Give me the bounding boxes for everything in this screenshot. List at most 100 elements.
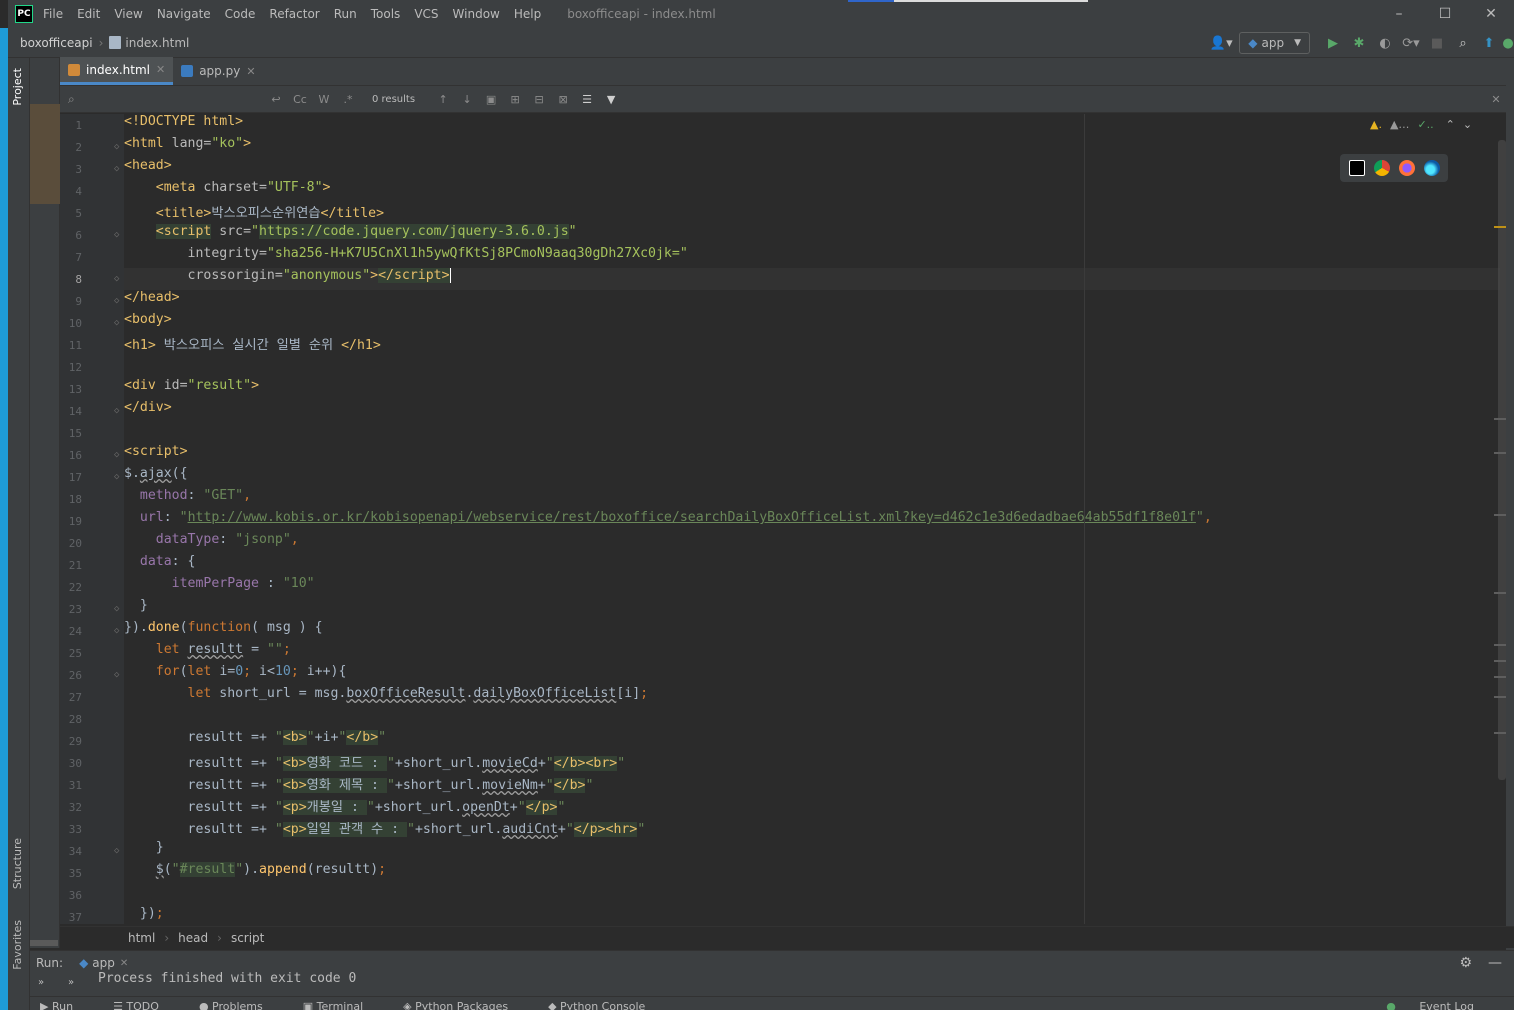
minimize-icon[interactable]: — — [1488, 955, 1502, 971]
line-number[interactable]: 15 — [60, 427, 82, 440]
profile-icon[interactable]: ⟳▾ — [1398, 30, 1424, 56]
tool-python-console[interactable]: ◆ Python Console — [548, 997, 665, 1010]
line-number[interactable]: 11 — [60, 339, 82, 352]
api-url[interactable]: http://www.kobis.or.kr/kobisopenapi/webs… — [188, 510, 1196, 525]
favorites-tool-tab[interactable]: Favorites — [11, 920, 24, 970]
tool-run[interactable]: ▶ Run — [40, 997, 93, 1010]
fold-marker-icon[interactable]: ◇ — [114, 318, 119, 328]
close-find-icon[interactable]: ✕ — [1484, 89, 1508, 109]
line-number[interactable]: 4 — [60, 185, 82, 198]
line-number[interactable]: 27 — [60, 691, 82, 704]
line-number[interactable]: 17 — [60, 471, 82, 484]
horizontal-scrollbar[interactable] — [30, 940, 58, 946]
fold-marker-icon[interactable]: ◇ — [114, 406, 119, 416]
plugin-icon[interactable]: ● — [1502, 30, 1514, 56]
line-number[interactable]: 34 — [60, 845, 82, 858]
fold-marker-icon[interactable]: ◇ — [114, 846, 119, 856]
expand-icon[interactable]: » — [38, 977, 44, 988]
run-tab-app[interactable]: ◆ app ✕ — [79, 956, 128, 970]
debug-icon[interactable]: ✱ — [1346, 30, 1372, 56]
select-all-icon[interactable]: ⊠ — [551, 89, 575, 109]
user-icon[interactable]: 👤▾ — [1203, 30, 1239, 56]
line-number[interactable]: 29 — [60, 735, 82, 748]
gear-icon[interactable]: ⚙ — [1459, 955, 1472, 971]
fold-marker-icon[interactable]: ◇ — [114, 296, 119, 306]
line-number[interactable]: 9 — [60, 295, 82, 308]
line-number[interactable]: 22 — [60, 581, 82, 594]
maximize-button[interactable]: ☐ — [1422, 0, 1468, 28]
tool-problems[interactable]: ● Problems — [199, 997, 283, 1010]
regex-toggle[interactable]: .* — [336, 89, 360, 109]
menu-view[interactable]: View — [114, 7, 142, 21]
crumb-head[interactable]: head — [178, 931, 208, 945]
line-number[interactable]: 28 — [60, 713, 82, 726]
menu-edit[interactable]: Edit — [77, 7, 100, 21]
expand-icon[interactable]: » — [68, 977, 74, 988]
warning-icon[interactable]: ▲. — [1370, 118, 1382, 131]
line-number[interactable]: 12 — [60, 361, 82, 374]
filter-icon[interactable]: ▼ — [599, 89, 623, 109]
fold-marker-icon[interactable]: ◇ — [114, 142, 119, 152]
run-configuration-select[interactable]: ◆ app ▼ — [1239, 32, 1310, 54]
breadcrumb-file[interactable]: index.html — [125, 36, 189, 50]
menu-tools[interactable]: Tools — [371, 7, 401, 21]
line-number[interactable]: 35 — [60, 867, 82, 880]
menu-run[interactable]: Run — [334, 7, 357, 21]
crumb-html[interactable]: html — [128, 931, 155, 945]
tool-event-log[interactable]: ● Event Log — [1386, 997, 1494, 1010]
tool-terminal[interactable]: ▣ Terminal — [303, 997, 383, 1010]
fold-marker-icon[interactable]: ◇ — [114, 670, 119, 680]
line-number[interactable]: 7 — [60, 251, 82, 264]
line-number[interactable]: 5 — [60, 207, 82, 220]
line-number[interactable]: 30 — [60, 757, 82, 770]
line-number[interactable]: 25 — [60, 647, 82, 660]
previous-occurrence-icon[interactable]: ↑ — [431, 89, 455, 109]
fold-marker-icon[interactable]: ◇ — [114, 604, 119, 614]
close-window-button[interactable]: ✕ — [1468, 0, 1514, 28]
line-number[interactable]: 33 — [60, 823, 82, 836]
run-icon[interactable]: ▶ — [1320, 30, 1346, 56]
line-number[interactable]: 18 — [60, 493, 82, 506]
line-number[interactable]: 2 — [60, 141, 82, 154]
structure-tool-tab[interactable]: Structure — [11, 838, 24, 889]
remove-selection-icon[interactable]: ⊟ — [527, 89, 551, 109]
typo-check-icon[interactable]: ✓.. — [1417, 118, 1433, 131]
inspection-widget[interactable]: ▲. ▲… ✓.. ⌃ ⌄ — [1370, 118, 1472, 131]
chevron-up-icon[interactable]: ⌃ — [1446, 118, 1455, 131]
menu-refactor[interactable]: Refactor — [269, 7, 319, 21]
tool-python-packages[interactable]: ◈ Python Packages — [403, 997, 528, 1010]
chevron-down-icon[interactable]: ⌄ — [1463, 118, 1472, 131]
line-number[interactable]: 23 — [60, 603, 82, 616]
menu-window[interactable]: Window — [453, 7, 500, 21]
line-number[interactable]: 21 — [60, 559, 82, 572]
line-number[interactable]: 26 — [60, 669, 82, 682]
tab-app-py[interactable]: app.py ✕ — [173, 57, 263, 85]
fold-marker-icon[interactable]: ◇ — [114, 450, 119, 460]
line-number[interactable]: 10 — [60, 317, 82, 330]
select-all-occurrences-icon[interactable]: ▣ — [479, 89, 503, 109]
line-number[interactable]: 20 — [60, 537, 82, 550]
search-icon[interactable]: ⌕ — [1450, 30, 1476, 56]
line-number[interactable]: 31 — [60, 779, 82, 792]
close-icon[interactable]: ✕ — [156, 63, 165, 76]
firefox-icon[interactable] — [1398, 160, 1415, 176]
add-selection-icon[interactable]: ⊞ — [503, 89, 527, 109]
fold-marker-icon[interactable]: ◇ — [114, 472, 119, 482]
pycharm-browser-icon[interactable] — [1348, 160, 1365, 176]
clear-history-icon[interactable]: ↩ — [264, 89, 288, 109]
project-tool-tab[interactable]: Project — [11, 68, 24, 106]
close-icon[interactable]: ✕ — [246, 65, 255, 78]
next-occurrence-icon[interactable]: ↓ — [455, 89, 479, 109]
line-number[interactable]: 36 — [60, 889, 82, 902]
stop-icon[interactable]: ■ — [1424, 30, 1450, 56]
fold-marker-icon[interactable]: ◇ — [114, 230, 119, 240]
menu-navigate[interactable]: Navigate — [157, 7, 211, 21]
chrome-icon[interactable] — [1373, 160, 1390, 176]
fold-marker-icon[interactable]: ◇ — [114, 626, 119, 636]
crumb-script[interactable]: script — [231, 931, 264, 945]
weak-warning-icon[interactable]: ▲… — [1390, 118, 1409, 131]
breadcrumb-project[interactable]: boxofficeapi — [20, 36, 93, 50]
filter-options-icon[interactable]: ☰ — [575, 89, 599, 109]
menu-code[interactable]: Code — [225, 7, 256, 21]
line-number[interactable]: 37 — [60, 911, 82, 924]
